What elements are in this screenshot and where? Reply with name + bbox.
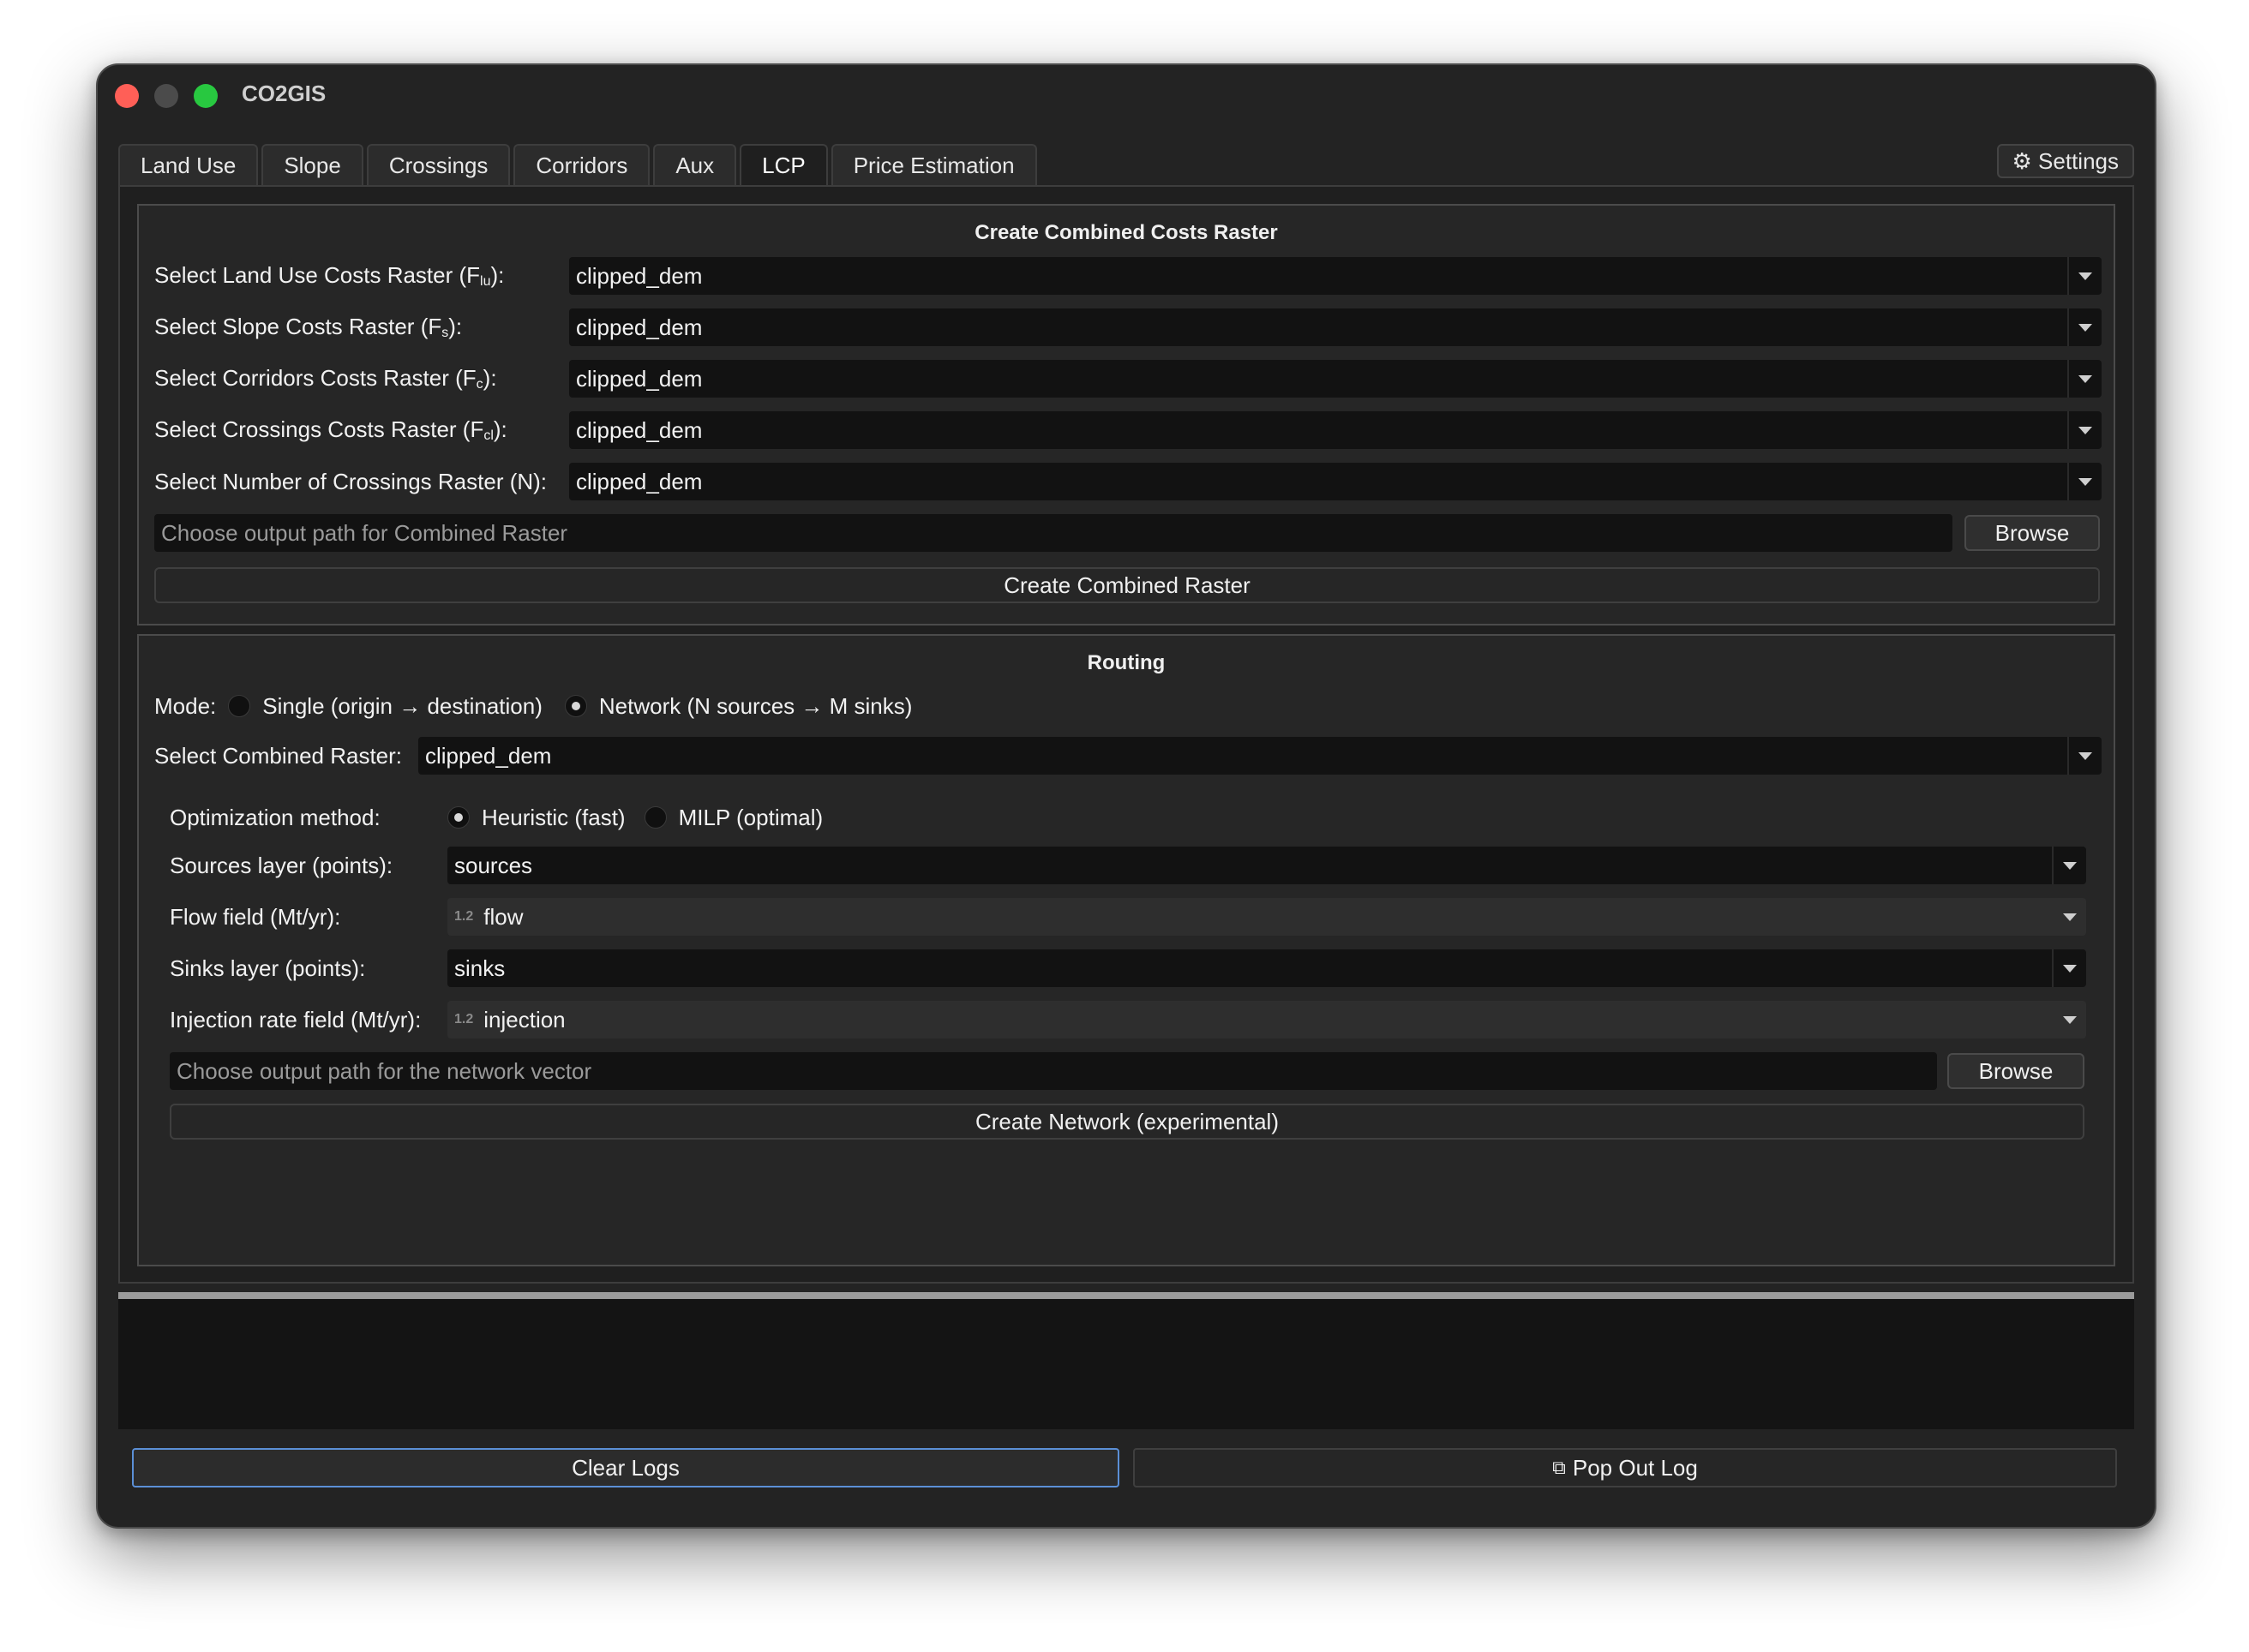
opt-milp-radio[interactable] — [644, 806, 667, 829]
sources-layer-select[interactable]: sources — [447, 847, 2086, 884]
minimize-window-button[interactable] — [154, 84, 178, 108]
optimization-label: Optimization method: — [170, 804, 381, 830]
flow-field-select[interactable]: 1.2 flow — [447, 898, 2086, 936]
lcp-tab-pane: Create Combined Costs Raster Select Land… — [118, 185, 2134, 1284]
close-window-button[interactable] — [115, 84, 139, 108]
tab-aux[interactable]: Aux — [653, 144, 737, 185]
routing-group: Routing Mode: Single (origin → destinati… — [137, 634, 2115, 1266]
corridors-label: Select Corridors Costs Raster (Fc): — [154, 365, 497, 392]
injection-field-select[interactable]: 1.2 injection — [447, 1001, 2086, 1038]
crossings-raster-value: clipped_dem — [576, 416, 703, 443]
land-use-raster-select[interactable]: clipped_dem — [569, 257, 2102, 295]
mode-single-radio[interactable] — [228, 695, 251, 717]
chevron-down-icon[interactable] — [2067, 360, 2102, 398]
maximize-window-button[interactable] — [194, 84, 218, 108]
land-use-row: Select Land Use Costs Raster (Flu): — [154, 257, 504, 295]
corridors-row: Select Corridors Costs Raster (Fc): — [154, 360, 497, 398]
chevron-down-icon[interactable] — [2052, 949, 2086, 987]
flow-field-value: flow — [483, 903, 524, 930]
opt-heuristic-radio[interactable] — [447, 806, 470, 829]
mode-network-label[interactable]: Network (N sources → M sinks) — [599, 693, 913, 720]
routing-raster-row: Select Combined Raster: — [154, 737, 402, 775]
app-window: CO2GIS Land Use Slope Crossings Corridor… — [96, 63, 2156, 1529]
opt-milp-label[interactable]: MILP (optimal) — [679, 805, 824, 831]
pop-out-log-label: Pop Out Log — [1572, 1454, 1698, 1481]
flow-label: Flow field (Mt/yr): — [170, 903, 341, 930]
crossings-raster-select[interactable]: clipped_dem — [569, 411, 2102, 449]
crossings-label: Select Crossings Costs Raster (Fcl): — [154, 416, 507, 443]
slope-label: Select Slope Costs Raster (Fs): — [154, 314, 463, 340]
num-crossings-label: Select Number of Crossings Raster (N): — [154, 468, 548, 494]
pop-out-icon: ⧉ — [1552, 1457, 1566, 1478]
log-output-area[interactable] — [118, 1299, 2134, 1429]
chevron-down-icon[interactable] — [2054, 1001, 2086, 1038]
window-title: CO2GIS — [242, 81, 327, 106]
slope-raster-select[interactable]: clipped_dem — [569, 308, 2102, 346]
sources-layer-value: sources — [454, 852, 533, 878]
injection-field-value: injection — [483, 1006, 566, 1032]
tab-price-estimation[interactable]: Price Estimation — [831, 144, 1037, 185]
chevron-down-icon[interactable] — [2067, 257, 2102, 295]
combined-costs-title: Create Combined Costs Raster — [975, 221, 1278, 244]
tab-land-use[interactable]: Land Use — [118, 144, 259, 185]
land-use-raster-value: clipped_dem — [576, 262, 703, 289]
mode-row: Mode: Single (origin → destination) Netw… — [154, 689, 912, 723]
tab-lcp[interactable]: LCP — [740, 144, 828, 185]
tab-bar: Land Use Slope Crossings Corridors Aux L… — [118, 144, 1041, 185]
clear-logs-button[interactable]: Clear Logs — [132, 1448, 1119, 1487]
num-crossings-raster-value: clipped_dem — [576, 468, 703, 494]
sinks-row: Sinks layer (points): — [170, 949, 365, 987]
flow-row: Flow field (Mt/yr): — [170, 898, 340, 936]
sources-label: Sources layer (points): — [170, 852, 393, 878]
injection-label: Injection rate field (Mt/yr): — [170, 1006, 422, 1032]
num-crossings-row: Select Number of Crossings Raster (N): — [154, 463, 547, 500]
chevron-down-icon[interactable] — [2052, 847, 2086, 884]
opt-heuristic-label[interactable]: Heuristic (fast) — [482, 805, 626, 831]
chevron-down-icon[interactable] — [2067, 463, 2102, 500]
combined-output-path-input[interactable]: Choose output path for Combined Raster — [154, 514, 1952, 552]
corridors-raster-select[interactable]: clipped_dem — [569, 360, 2102, 398]
slope-raster-value: clipped_dem — [576, 314, 703, 340]
optimization-row: Optimization method: Heuristic (fast) MI… — [170, 800, 823, 835]
routing-title: Routing — [1087, 651, 1166, 674]
chevron-down-icon[interactable] — [2054, 898, 2086, 936]
mode-network-radio[interactable] — [564, 695, 587, 717]
slope-row: Select Slope Costs Raster (Fs): — [154, 308, 462, 346]
crossings-row: Select Crossings Costs Raster (Fcl): — [154, 411, 507, 449]
tab-crossings[interactable]: Crossings — [366, 144, 511, 185]
routing-raster-select[interactable]: clipped_dem — [418, 737, 2102, 775]
chevron-down-icon[interactable] — [2067, 411, 2102, 449]
sinks-label: Sinks layer (points): — [170, 955, 366, 981]
sources-row: Sources layer (points): — [170, 847, 393, 884]
mode-single-label[interactable]: Single (origin → destination) — [262, 693, 543, 720]
numeric-field-icon: 1.2 — [454, 909, 474, 924]
routing-raster-value: clipped_dem — [425, 742, 552, 769]
chevron-down-icon[interactable] — [2067, 308, 2102, 346]
routing-raster-label: Select Combined Raster: — [154, 742, 403, 769]
sinks-layer-value: sinks — [454, 955, 506, 981]
pop-out-log-button[interactable]: ⧉ Pop Out Log — [1133, 1448, 2117, 1487]
combined-costs-group: Create Combined Costs Raster Select Land… — [137, 204, 2115, 625]
network-output-path-input[interactable]: Choose output path for the network vecto… — [170, 1052, 1937, 1090]
num-crossings-raster-select[interactable]: clipped_dem — [569, 463, 2102, 500]
create-network-button[interactable]: Create Network (experimental) — [170, 1104, 2084, 1140]
combined-browse-button[interactable]: Browse — [1964, 515, 2100, 551]
chevron-down-icon[interactable] — [2067, 737, 2102, 775]
injection-row: Injection rate field (Mt/yr): — [170, 1001, 421, 1038]
log-splitter-handle[interactable] — [118, 1292, 2134, 1299]
settings-button[interactable]: ⚙ Settings — [1996, 144, 2134, 178]
sinks-layer-select[interactable]: sinks — [447, 949, 2086, 987]
land-use-label: Select Land Use Costs Raster (Flu): — [154, 262, 505, 289]
corridors-raster-value: clipped_dem — [576, 365, 703, 392]
create-combined-raster-button[interactable]: Create Combined Raster — [154, 567, 2100, 603]
tab-slope[interactable]: Slope — [261, 144, 363, 185]
numeric-field-icon: 1.2 — [454, 1012, 474, 1027]
tab-corridors[interactable]: Corridors — [513, 144, 651, 185]
network-browse-button[interactable]: Browse — [1947, 1053, 2084, 1089]
mode-label: Mode: — [154, 692, 217, 719]
